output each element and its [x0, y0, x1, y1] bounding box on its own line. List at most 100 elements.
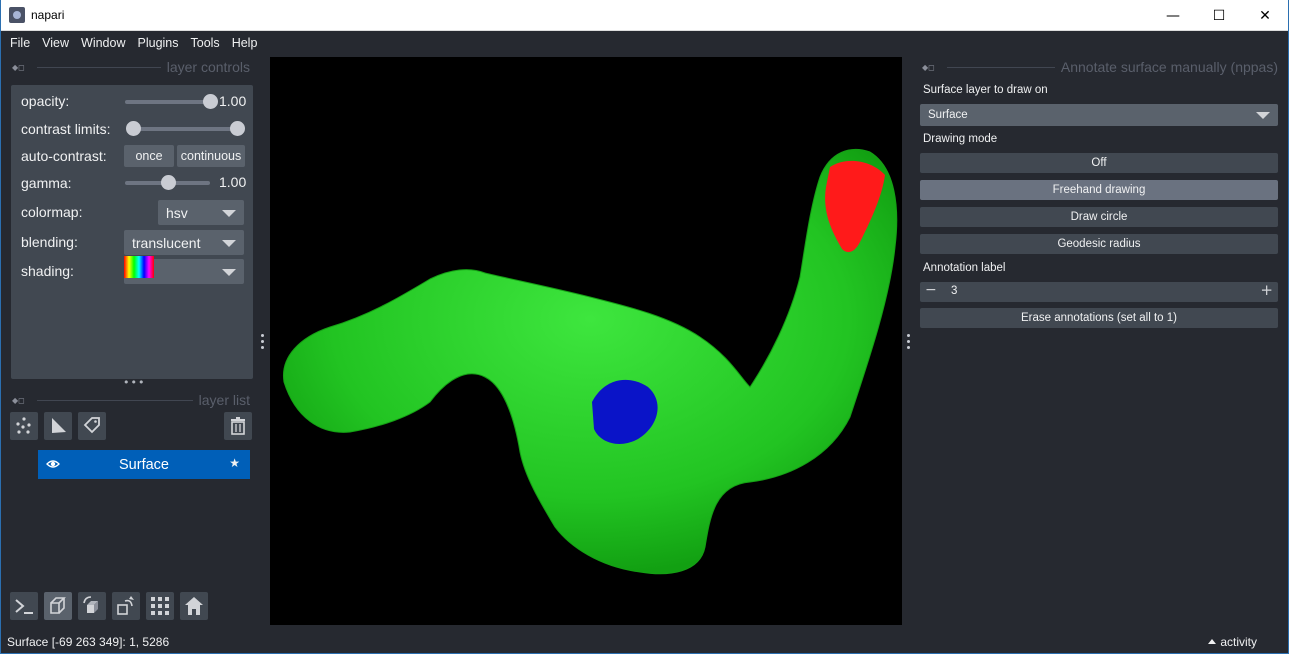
new-labels-layer-button[interactable]: [78, 412, 106, 440]
chevron-down-icon: [222, 268, 236, 276]
opacity-slider-handle[interactable]: [203, 94, 218, 109]
colormap-row: colormap:: [21, 200, 82, 224]
chevron-down-icon: [222, 239, 236, 247]
napari-logo-icon: [9, 7, 25, 23]
new-points-layer-button[interactable]: [10, 412, 38, 440]
minimize-button[interactable]: —: [1150, 0, 1196, 31]
opacity-row: opacity:: [21, 89, 69, 113]
gamma-row: gamma:: [21, 171, 72, 195]
mode-geodesic-button[interactable]: Geodesic radius: [920, 234, 1278, 254]
left-dock-splitter[interactable]: [261, 334, 265, 352]
annotation-label-spinbox[interactable]: − 3 +: [920, 281, 1278, 302]
right-dock: ◆◻ Annotate surface manually (nppas) Sur…: [912, 55, 1289, 632]
home-button[interactable]: [180, 592, 208, 620]
increment-button[interactable]: +: [1260, 281, 1273, 299]
decrement-button[interactable]: −: [925, 282, 937, 298]
colormap-value: hsv: [166, 204, 188, 221]
surface-mesh: [283, 148, 898, 575]
title-bar: napari — ☐ ✕: [0, 0, 1289, 31]
menu-plugins[interactable]: Plugins: [132, 31, 185, 55]
new-shapes-layer-button[interactable]: [44, 412, 72, 440]
plugin-header: ◆◻ Annotate surface manually (nppas): [922, 56, 1278, 78]
star-icon: ★: [229, 456, 240, 470]
plugin-title: Annotate surface manually (nppas): [1060, 59, 1278, 75]
menu-file[interactable]: File: [4, 31, 36, 55]
contrast-limits-slider[interactable]: [133, 127, 237, 131]
contrast-row: contrast limits:: [21, 117, 110, 141]
colormap-label: colormap:: [21, 204, 83, 220]
roll-dimensions-button[interactable]: [78, 592, 106, 620]
close-button[interactable]: ✕: [1242, 0, 1288, 31]
drawing-mode-label: Drawing mode: [923, 133, 998, 145]
caret-up-icon: [1208, 639, 1217, 644]
activity-label: activity: [1220, 635, 1257, 649]
float-icon[interactable]: ◆◻: [922, 63, 935, 72]
viewer-canvas[interactable]: [270, 57, 902, 625]
surface-layer-label: Surface layer to draw on: [923, 84, 1048, 96]
status-text: Surface [-69 263 349]: 1, 5286: [7, 635, 170, 649]
splitter-handle[interactable]: •••: [123, 376, 145, 389]
colormap-swatch: [124, 256, 154, 278]
console-button[interactable]: [10, 592, 38, 620]
activity-toggle[interactable]: activity: [1208, 635, 1257, 649]
toggle-ndisplay-button[interactable]: [44, 592, 72, 620]
labels-icon: [83, 417, 100, 434]
right-dock-splitter[interactable]: [907, 334, 911, 352]
shading-row: shading:: [21, 259, 74, 283]
layer-name: Surface: [119, 456, 169, 473]
colormap-dropdown[interactable]: hsv: [158, 200, 244, 225]
mode-circle-button[interactable]: Draw circle: [920, 207, 1278, 227]
gamma-value: 1.00: [219, 174, 247, 190]
ndisplay-icon: [50, 597, 66, 614]
window-title: napari: [31, 8, 65, 22]
points-icon: [16, 417, 31, 434]
auto-contrast-row: auto-contrast:: [21, 144, 107, 168]
trash-icon: [231, 417, 245, 435]
blending-dropdown[interactable]: translucent: [124, 230, 244, 255]
grid-view-button[interactable]: [146, 592, 174, 620]
delete-layer-button[interactable]: [224, 412, 252, 440]
auto-contrast-once-button[interactable]: once: [124, 145, 174, 167]
contrast-max-handle[interactable]: [230, 121, 245, 136]
float-icon[interactable]: ◆◻: [12, 396, 25, 405]
menu-window[interactable]: Window: [75, 31, 131, 55]
surface-layer-value: Surface: [928, 109, 968, 121]
blending-label: blending:: [21, 234, 78, 250]
opacity-value: 1.00: [219, 93, 247, 109]
contrast-min-handle[interactable]: [126, 121, 141, 136]
surface-layer-dropdown[interactable]: Surface: [920, 104, 1278, 126]
annotation-label-title: Annotation label: [923, 262, 1006, 274]
float-icon[interactable]: ◆◻: [12, 63, 25, 72]
shading-label: shading:: [21, 263, 74, 279]
menu-view[interactable]: View: [36, 31, 75, 55]
annotation-label-value: 3: [951, 285, 958, 297]
grid-icon: [151, 597, 169, 615]
maximize-button[interactable]: ☐: [1196, 0, 1242, 31]
mode-off-button[interactable]: Off: [920, 153, 1278, 173]
blending-row: blending:: [21, 230, 78, 254]
home-icon: [185, 597, 203, 615]
blending-value: translucent: [132, 234, 201, 251]
layer-item-surface[interactable]: Surface ★: [38, 450, 250, 479]
layer-controls-header: ◆◻ layer controls: [12, 56, 250, 78]
transpose-dimensions-button[interactable]: [112, 592, 140, 620]
menu-help[interactable]: Help: [226, 31, 264, 55]
chevron-down-icon: [1256, 112, 1270, 119]
shapes-icon: [52, 418, 66, 433]
layer-list-title: layer list: [198, 392, 250, 408]
opacity-label: opacity:: [21, 93, 70, 109]
gamma-slider-handle[interactable]: [160, 175, 176, 190]
opacity-slider[interactable]: [125, 100, 210, 104]
layer-controls-panel: opacity: 1.00 contrast limits: auto-cont…: [11, 85, 253, 379]
mode-freehand-button[interactable]: Freehand drawing: [920, 180, 1278, 200]
chevron-down-icon: [222, 209, 236, 217]
surface-render: [283, 148, 898, 575]
menu-tools[interactable]: Tools: [185, 31, 226, 55]
auto-contrast-continuous-button[interactable]: continuous: [177, 145, 245, 167]
auto-contrast-label: auto-contrast:: [21, 148, 107, 164]
layer-list-header: ◆◻ layer list: [12, 389, 250, 411]
transpose-icon: [117, 596, 134, 615]
gamma-label: gamma:: [21, 175, 72, 191]
layer-controls-title: layer controls: [166, 59, 250, 75]
erase-annotations-button[interactable]: Erase annotations (set all to 1): [920, 308, 1278, 328]
